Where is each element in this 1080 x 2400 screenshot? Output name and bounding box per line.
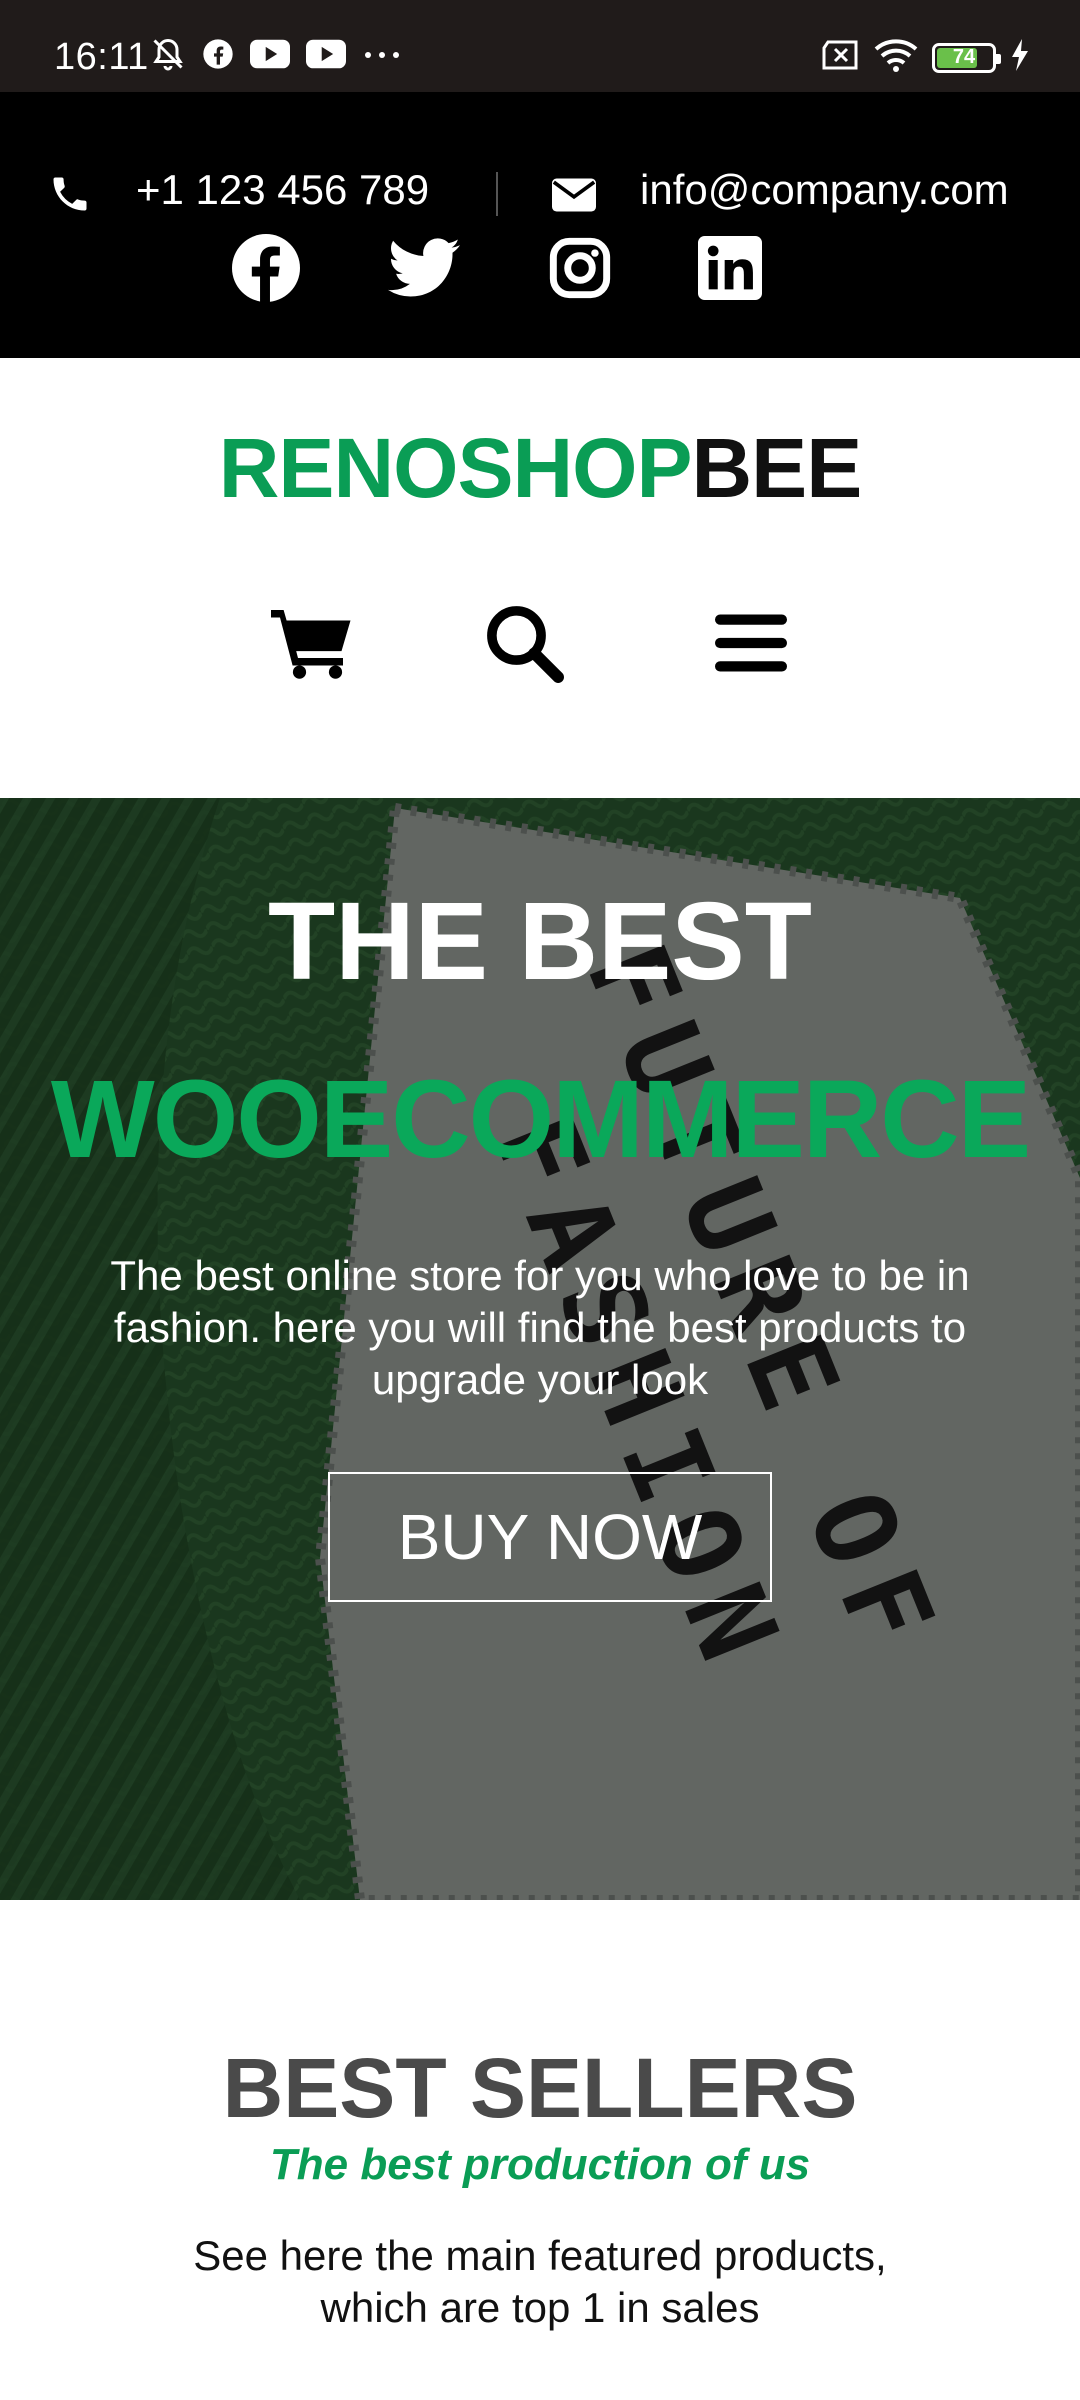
twitter-icon[interactable] (388, 232, 460, 304)
cart-icon[interactable] (268, 598, 358, 688)
youtube-icon (306, 39, 346, 74)
charging-icon (1010, 39, 1030, 76)
site-header: RENOSHOPBEE (0, 358, 1080, 798)
logo-text-black: BEE (691, 421, 863, 515)
phone-number-link[interactable]: +1 123 456 789 (136, 166, 429, 214)
battery-icon: 74 (932, 42, 1001, 73)
bell-muted-icon (150, 36, 186, 77)
facebook-icon (202, 38, 234, 75)
system-icons: 74 (820, 38, 1030, 77)
notification-icons (150, 36, 402, 77)
buy-now-button[interactable]: BUY NOW (328, 1472, 772, 1602)
contact-row: +1 123 456 789 info@company.com (0, 128, 1080, 217)
mail-icon (552, 178, 596, 217)
youtube-icon (250, 39, 290, 74)
logo-text-green: RENOSHOP (218, 421, 693, 515)
hero-title-line1: THE BEST (268, 880, 812, 1003)
hero-content: THE BEST WOOECOMMERCE The best online st… (0, 798, 1080, 1900)
email-link[interactable]: info@company.com (640, 166, 1009, 214)
best-sellers-title: BEST SELLERS (222, 2041, 858, 2135)
status-bar: 16:11 74 (0, 0, 1080, 92)
contact-divider (496, 172, 498, 216)
facebook-icon[interactable] (230, 232, 302, 304)
wifi-icon (874, 38, 918, 77)
contact-topbar: +1 123 456 789 info@company.com (0, 92, 1080, 358)
best-sellers-description: See here the main featured products, whi… (193, 2232, 887, 2331)
search-icon[interactable] (479, 598, 569, 688)
battery-level: 74 (952, 46, 976, 68)
status-time: 16:11 (54, 36, 149, 78)
battery-tip (996, 53, 1001, 64)
hero-title-line2: WOOECOMMERCE (50, 1058, 1031, 1181)
header-nav (0, 598, 1080, 688)
site-logo[interactable]: RENOSHOPBEE (0, 420, 1080, 517)
phone-icon (48, 172, 92, 221)
menu-icon[interactable] (706, 598, 796, 688)
sim-icon (820, 40, 860, 75)
instagram-icon[interactable] (544, 232, 616, 304)
linkedin-icon[interactable] (694, 232, 766, 304)
hero-description: The best online store for you who love t… (110, 1252, 970, 1403)
more-icon (362, 48, 402, 66)
best-sellers-subtitle: The best production of us (269, 2140, 811, 2189)
best-sellers-section: BEST SELLERS The best production of us S… (0, 1900, 1080, 2400)
hero-banner: FUTURE OF FASHION THE BEST WOOECOMMERCE … (0, 798, 1080, 1900)
social-links (0, 232, 1080, 332)
